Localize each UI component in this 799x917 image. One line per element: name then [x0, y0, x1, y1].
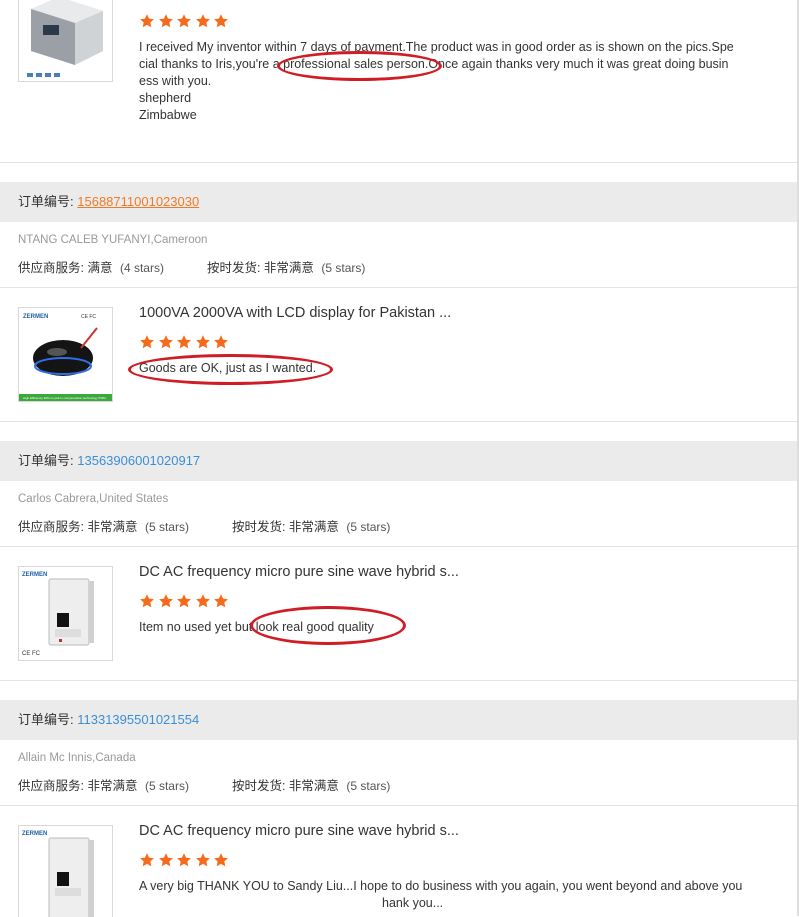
svg-text:ZERMEN: ZERMEN [22, 572, 47, 578]
delivery-value: 非常满意 [263, 261, 314, 275]
star-icon [139, 13, 155, 29]
delivery-label: 按时发货: [206, 261, 261, 275]
star-icon [176, 13, 192, 29]
svg-text:ZERMEN: ZERMEN [22, 831, 47, 837]
product-thumbnail-inverter-2[interactable]: ZERMEN CE FC [18, 566, 113, 661]
star-icon [195, 13, 211, 29]
review-text: A very big THANK YOU to Sandy Liu...I ho… [139, 879, 743, 910]
service-value: 满意 [87, 261, 113, 275]
product-title[interactable]: DC AC frequency micro pure sine wave hyb… [139, 823, 459, 839]
inverter-image [19, 0, 112, 81]
wall-inverter-image: ZERMEN CE FC [19, 567, 112, 660]
product-thumbnail-inverter-3[interactable]: ZERMEN [18, 825, 113, 917]
order-number-link[interactable]: 15688711001023030 [77, 194, 199, 209]
order-number-label: 订单编号: [18, 712, 74, 727]
order-number-link[interactable]: 13563906001020917 [77, 453, 200, 468]
service-stars-text: (5 stars) [144, 779, 189, 793]
order-number-label: 订单编号: [18, 194, 74, 209]
supplier-ratings: 供应商服务: 非常满意 (5 stars) 按时发货: 非常满意 (5 star… [18, 516, 390, 535]
buyer-name: NTANG CALEB YUFANYI,Cameroon [18, 234, 208, 246]
star-icon [176, 852, 192, 868]
service-value: 非常满意 [87, 779, 138, 793]
review-text: Goods are OK, just as I wanted. [139, 361, 317, 375]
delivery-label: 按时发货: [231, 520, 286, 534]
supplier-ratings: 供应商服务: 满意 (4 stars) 按时发货: 非常满意 (5 stars) [18, 257, 365, 276]
supplier-ratings: 供应商服务: 非常满意 (5 stars) 按时发货: 非常满意 (5 star… [18, 775, 390, 794]
delivery-label: 按时发货: [231, 779, 286, 793]
wall-inverter-image: ZERMEN [19, 826, 112, 917]
svg-text:CE FC: CE FC [81, 314, 96, 320]
ups-image: ZERMEN CE FC High Efficiency 93% no pull… [19, 308, 112, 401]
delivery-stars-text: (5 stars) [346, 520, 391, 534]
svg-text:CE FC: CE FC [22, 651, 41, 657]
order-number-row: 订单编号: 15688711001023030 [18, 182, 199, 222]
divider [0, 680, 799, 681]
star-icon [158, 593, 174, 609]
star-icon [158, 852, 174, 868]
rating-stars [139, 13, 232, 29]
divider [0, 805, 799, 806]
order-header-bar: 订单编号: 13563906001020917 [0, 441, 799, 481]
product-title[interactable]: 1000VA 2000VA with LCD display for Pakis… [139, 305, 451, 321]
product-thumbnail-inverter-1[interactable] [18, 0, 113, 82]
rating-stars [139, 334, 232, 350]
star-icon [213, 852, 229, 868]
delivery-stars-text: (5 stars) [321, 261, 366, 275]
service-label: 供应商服务: [18, 779, 84, 793]
order-number-label: 订单编号: [18, 453, 74, 468]
svg-text:ZERMEN: ZERMEN [23, 314, 48, 320]
buyer-name: Allain Mc Innis,Canada [18, 752, 136, 764]
service-label: 供应商服务: [18, 520, 84, 534]
service-value: 非常满意 [87, 520, 138, 534]
product-thumbnail-ups[interactable]: ZERMEN CE FC High Efficiency 93% no pull… [18, 307, 113, 402]
rating-stars [139, 852, 232, 868]
star-icon [139, 593, 155, 609]
delivery-value: 非常满意 [288, 520, 339, 534]
star-icon [195, 334, 211, 350]
review-text: I received My inventor within 7 days of … [139, 40, 734, 122]
order-number-link[interactable]: 11331395501021554 [77, 712, 199, 727]
svg-text:High Efficiency 93% no pull-in: High Efficiency 93% no pull-in compensat… [23, 396, 106, 400]
divider [0, 421, 799, 422]
star-icon [176, 593, 192, 609]
review-text: Item no used yet but look real good qual… [139, 620, 374, 634]
order-number-row: 订单编号: 11331395501021554 [18, 700, 199, 740]
star-icon [158, 13, 174, 29]
star-icon [139, 334, 155, 350]
order-header-bar: 订单编号: 11331395501021554 [0, 700, 799, 740]
rating-stars [139, 593, 232, 609]
buyer-name: Carlos Cabrera,United States [18, 493, 169, 505]
delivery-value: 非常满意 [288, 779, 339, 793]
order-number-row: 订单编号: 13563906001020917 [18, 441, 200, 481]
star-icon [213, 593, 229, 609]
service-stars-text: (4 stars) [119, 261, 164, 275]
service-stars-text: (5 stars) [144, 520, 189, 534]
star-icon [213, 334, 229, 350]
divider [0, 546, 799, 547]
star-icon [158, 334, 174, 350]
divider [0, 287, 799, 288]
divider [0, 162, 799, 163]
product-title[interactable]: DC AC frequency micro pure sine wave hyb… [139, 564, 459, 580]
star-icon [195, 593, 211, 609]
star-icon [176, 334, 192, 350]
order-header-bar: 订单编号: 15688711001023030 [0, 182, 799, 222]
star-icon [195, 852, 211, 868]
star-icon [139, 852, 155, 868]
delivery-stars-text: (5 stars) [346, 779, 391, 793]
service-label: 供应商服务: [18, 261, 84, 275]
star-icon [213, 13, 229, 29]
